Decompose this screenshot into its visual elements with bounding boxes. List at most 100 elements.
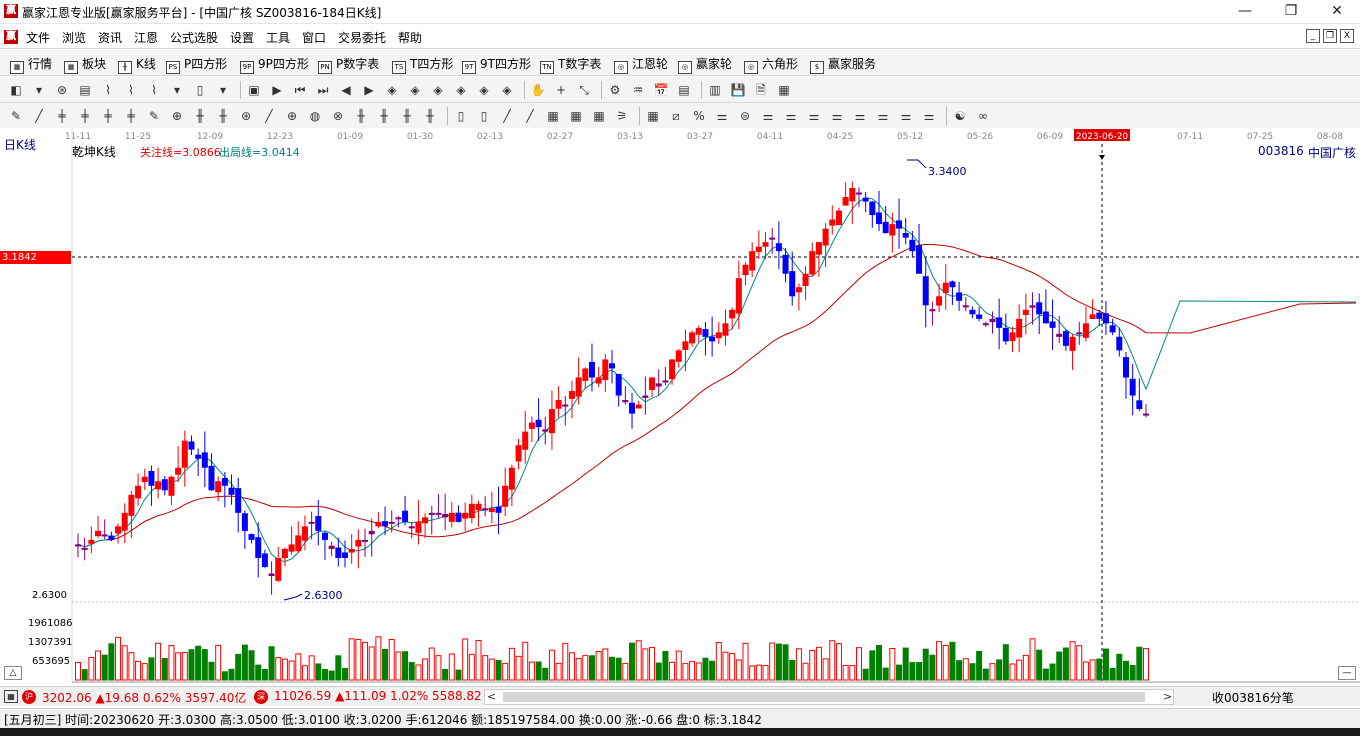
toolbar-tool-icon[interactable]: ◈ bbox=[476, 82, 492, 98]
toolbar-tool-icon[interactable]: ╫ bbox=[192, 108, 208, 124]
toolbar-tool-icon[interactable]: ✎ bbox=[146, 108, 162, 124]
grid-icon[interactable]: ▦ bbox=[4, 690, 18, 703]
toolbar-tool-icon[interactable]: ✋ bbox=[530, 82, 546, 98]
horizontal-scrollbar[interactable]: < > bbox=[484, 689, 1174, 705]
toolbar-tool-icon[interactable]: ▥ bbox=[707, 82, 723, 98]
toolbar-tool-icon[interactable]: ▶ bbox=[269, 82, 285, 98]
toolbar-tool-icon[interactable]: + bbox=[553, 82, 569, 98]
toolbar-tool-icon[interactable]: ▦ bbox=[545, 108, 561, 124]
menu-item-3[interactable]: 江恩 bbox=[134, 29, 158, 46]
toolbar-tool-icon[interactable]: ╫ bbox=[376, 108, 392, 124]
toolbar-tool-icon[interactable]: ⚌ bbox=[875, 108, 891, 124]
toolbar-tool-icon[interactable]: ▦ bbox=[776, 82, 792, 98]
toolbar-tool-icon[interactable]: ⧄ bbox=[668, 108, 684, 124]
menu-item-7[interactable]: 窗口 bbox=[302, 29, 326, 46]
toolbar-tool-icon[interactable]: ◈ bbox=[384, 82, 400, 98]
nav-item-2[interactable]: ╫ K线 bbox=[118, 55, 156, 74]
menu-item-5[interactable]: 设置 bbox=[230, 29, 254, 46]
toolbar-tool-icon[interactable]: ╱ bbox=[522, 108, 538, 124]
toolbar-tool-icon[interactable]: ⚌ bbox=[852, 108, 868, 124]
toolbar-tool-icon[interactable]: ◈ bbox=[407, 82, 423, 98]
toolbar-tool-icon[interactable]: ⊕ bbox=[169, 108, 185, 124]
scroll-left-icon[interactable]: < bbox=[487, 690, 496, 703]
toolbar-tool-icon[interactable]: ◀ bbox=[338, 82, 354, 98]
tick-detail-text[interactable]: 收003816分笔 bbox=[1212, 689, 1294, 706]
menu-app-icon[interactable]: 赢 bbox=[4, 30, 18, 44]
toolbar-tool-icon[interactable]: ╫ bbox=[399, 108, 415, 124]
close-button[interactable]: ✕ bbox=[1314, 0, 1360, 24]
nav-item-12[interactable]: $ 赢家服务 bbox=[810, 55, 876, 74]
toolbar-tool-icon[interactable]: 💾 bbox=[730, 82, 746, 98]
nav-item-8[interactable]: TN T数字表 bbox=[540, 55, 601, 74]
toolbar-tool-icon[interactable]: ◈ bbox=[499, 82, 515, 98]
menu-item-8[interactable]: 交易委托 bbox=[338, 29, 386, 46]
toolbar-tool-icon[interactable]: 🗎 bbox=[753, 82, 769, 98]
toolbar-tool-icon[interactable]: ◍ bbox=[307, 108, 323, 124]
toolbar-tool-icon[interactable]: ⌇ bbox=[146, 82, 162, 98]
toolbar-tool-icon[interactable]: ▤ bbox=[77, 82, 93, 98]
toolbar-tool-icon[interactable]: ⏭ bbox=[315, 82, 331, 98]
nav-item-1[interactable]: ▦ 板块 bbox=[64, 55, 106, 74]
nav-item-4[interactable]: 9P 9P四方形 bbox=[240, 55, 309, 74]
menu-item-1[interactable]: 浏览 bbox=[62, 29, 86, 46]
toolbar-tool-icon[interactable]: ▦ bbox=[591, 108, 607, 124]
toolbar-tool-icon[interactable]: ⚌ bbox=[898, 108, 914, 124]
toolbar-tool-icon[interactable]: ⚙ bbox=[607, 82, 623, 98]
scrollbar-thumb[interactable] bbox=[503, 692, 1145, 702]
menu-item-6[interactable]: 工具 bbox=[266, 29, 290, 46]
toolbar-tool-icon[interactable]: ╱ bbox=[261, 108, 277, 124]
toolbar-tool-icon[interactable]: ⌇ bbox=[100, 82, 116, 98]
toolbar-tool-icon[interactable]: ╪ bbox=[123, 108, 139, 124]
kline-chart-svg[interactable]: 11-11 11-25 12-09 12-23 01-09 01-30 02-13 02-27… bbox=[0, 128, 1360, 686]
minimize-button[interactable]: — bbox=[1222, 0, 1268, 24]
kline-chart-panel[interactable]: 11-11 11-25 12-09 12-23 01-09 01-30 02-13 02-27… bbox=[0, 128, 1360, 686]
toolbar-tool-icon[interactable]: % bbox=[691, 108, 707, 124]
toolbar-tool-icon[interactable]: ▯ bbox=[453, 108, 469, 124]
scroll-up-arrow-icon[interactable]: △ bbox=[4, 666, 22, 680]
toolbar-tool-icon[interactable]: ⊜ bbox=[737, 108, 753, 124]
toolbar-tool-icon[interactable]: ╫ bbox=[422, 108, 438, 124]
toolbar-tool-icon[interactable]: ╱ bbox=[499, 108, 515, 124]
toolbar-tool-icon[interactable]: ╫ bbox=[353, 108, 369, 124]
toolbar-tool-icon[interactable]: ☯ bbox=[952, 108, 968, 124]
toolbar-tool-icon[interactable]: ◈ bbox=[430, 82, 446, 98]
toolbar-tool-icon[interactable]: ▯ bbox=[192, 82, 208, 98]
toolbar-tool-icon[interactable]: ⚌ bbox=[806, 108, 822, 124]
menu-item-4[interactable]: 公式选股 bbox=[170, 29, 218, 46]
nav-item-9[interactable]: ◎ 江恩轮 bbox=[614, 55, 668, 74]
nav-item-10[interactable]: ◎ 赢家轮 bbox=[678, 55, 732, 74]
toolbar-tool-icon[interactable]: ▦ bbox=[645, 108, 661, 124]
mdi-restore-button[interactable]: ❐ bbox=[1323, 29, 1337, 43]
mdi-minimize-button[interactable]: _ bbox=[1306, 29, 1320, 43]
toolbar-tool-icon[interactable]: ⚌ bbox=[760, 108, 776, 124]
toolbar-tool-icon[interactable]: ╱ bbox=[31, 108, 47, 124]
nav-item-11[interactable]: ◎ 六角形 bbox=[744, 55, 798, 74]
toolbar-tool-icon[interactable]: ▾ bbox=[215, 82, 231, 98]
toolbar-tool-icon[interactable]: ⚌ bbox=[714, 108, 730, 124]
toolbar-tool-icon[interactable]: ▤ bbox=[676, 82, 692, 98]
restore-button[interactable]: ❐ bbox=[1268, 0, 1314, 24]
menu-item-2[interactable]: 资讯 bbox=[98, 29, 122, 46]
mdi-close-button[interactable]: X bbox=[1340, 29, 1354, 43]
scroll-right-arrow-icon[interactable]: — bbox=[1338, 666, 1356, 680]
toolbar-tool-icon[interactable]: ⊕ bbox=[284, 108, 300, 124]
menu-item-9[interactable]: 帮助 bbox=[398, 29, 422, 46]
toolbar-tool-icon[interactable]: ⚌ bbox=[829, 108, 845, 124]
toolbar-tool-icon[interactable]: ⌇ bbox=[123, 82, 139, 98]
toolbar-tool-icon[interactable]: ╪ bbox=[77, 108, 93, 124]
toolbar-tool-icon[interactable]: ▾ bbox=[31, 82, 47, 98]
toolbar-tool-icon[interactable]: ⊛ bbox=[54, 82, 70, 98]
toolbar-tool-icon[interactable]: ⏮ bbox=[292, 82, 308, 98]
toolbar-tool-icon[interactable]: ▾ bbox=[169, 82, 185, 98]
toolbar-tool-icon[interactable]: 📅 bbox=[653, 82, 669, 98]
toolbar-tool-icon[interactable]: ⊛ bbox=[238, 108, 254, 124]
nav-item-6[interactable]: TS T四方形 bbox=[392, 55, 453, 74]
nav-item-0[interactable]: ▦ 行情 bbox=[10, 55, 52, 74]
toolbar-tool-icon[interactable]: ⚞ bbox=[614, 108, 630, 124]
toolbar-tool-icon[interactable]: ⊗ bbox=[330, 108, 346, 124]
toolbar-tool-icon[interactable]: ▯ bbox=[476, 108, 492, 124]
toolbar-tool-icon[interactable]: ♒ bbox=[630, 82, 646, 98]
toolbar-tool-icon[interactable]: ◈ bbox=[453, 82, 469, 98]
scroll-right-icon[interactable]: > bbox=[1163, 690, 1172, 703]
toolbar-tool-icon[interactable]: ⚌ bbox=[783, 108, 799, 124]
